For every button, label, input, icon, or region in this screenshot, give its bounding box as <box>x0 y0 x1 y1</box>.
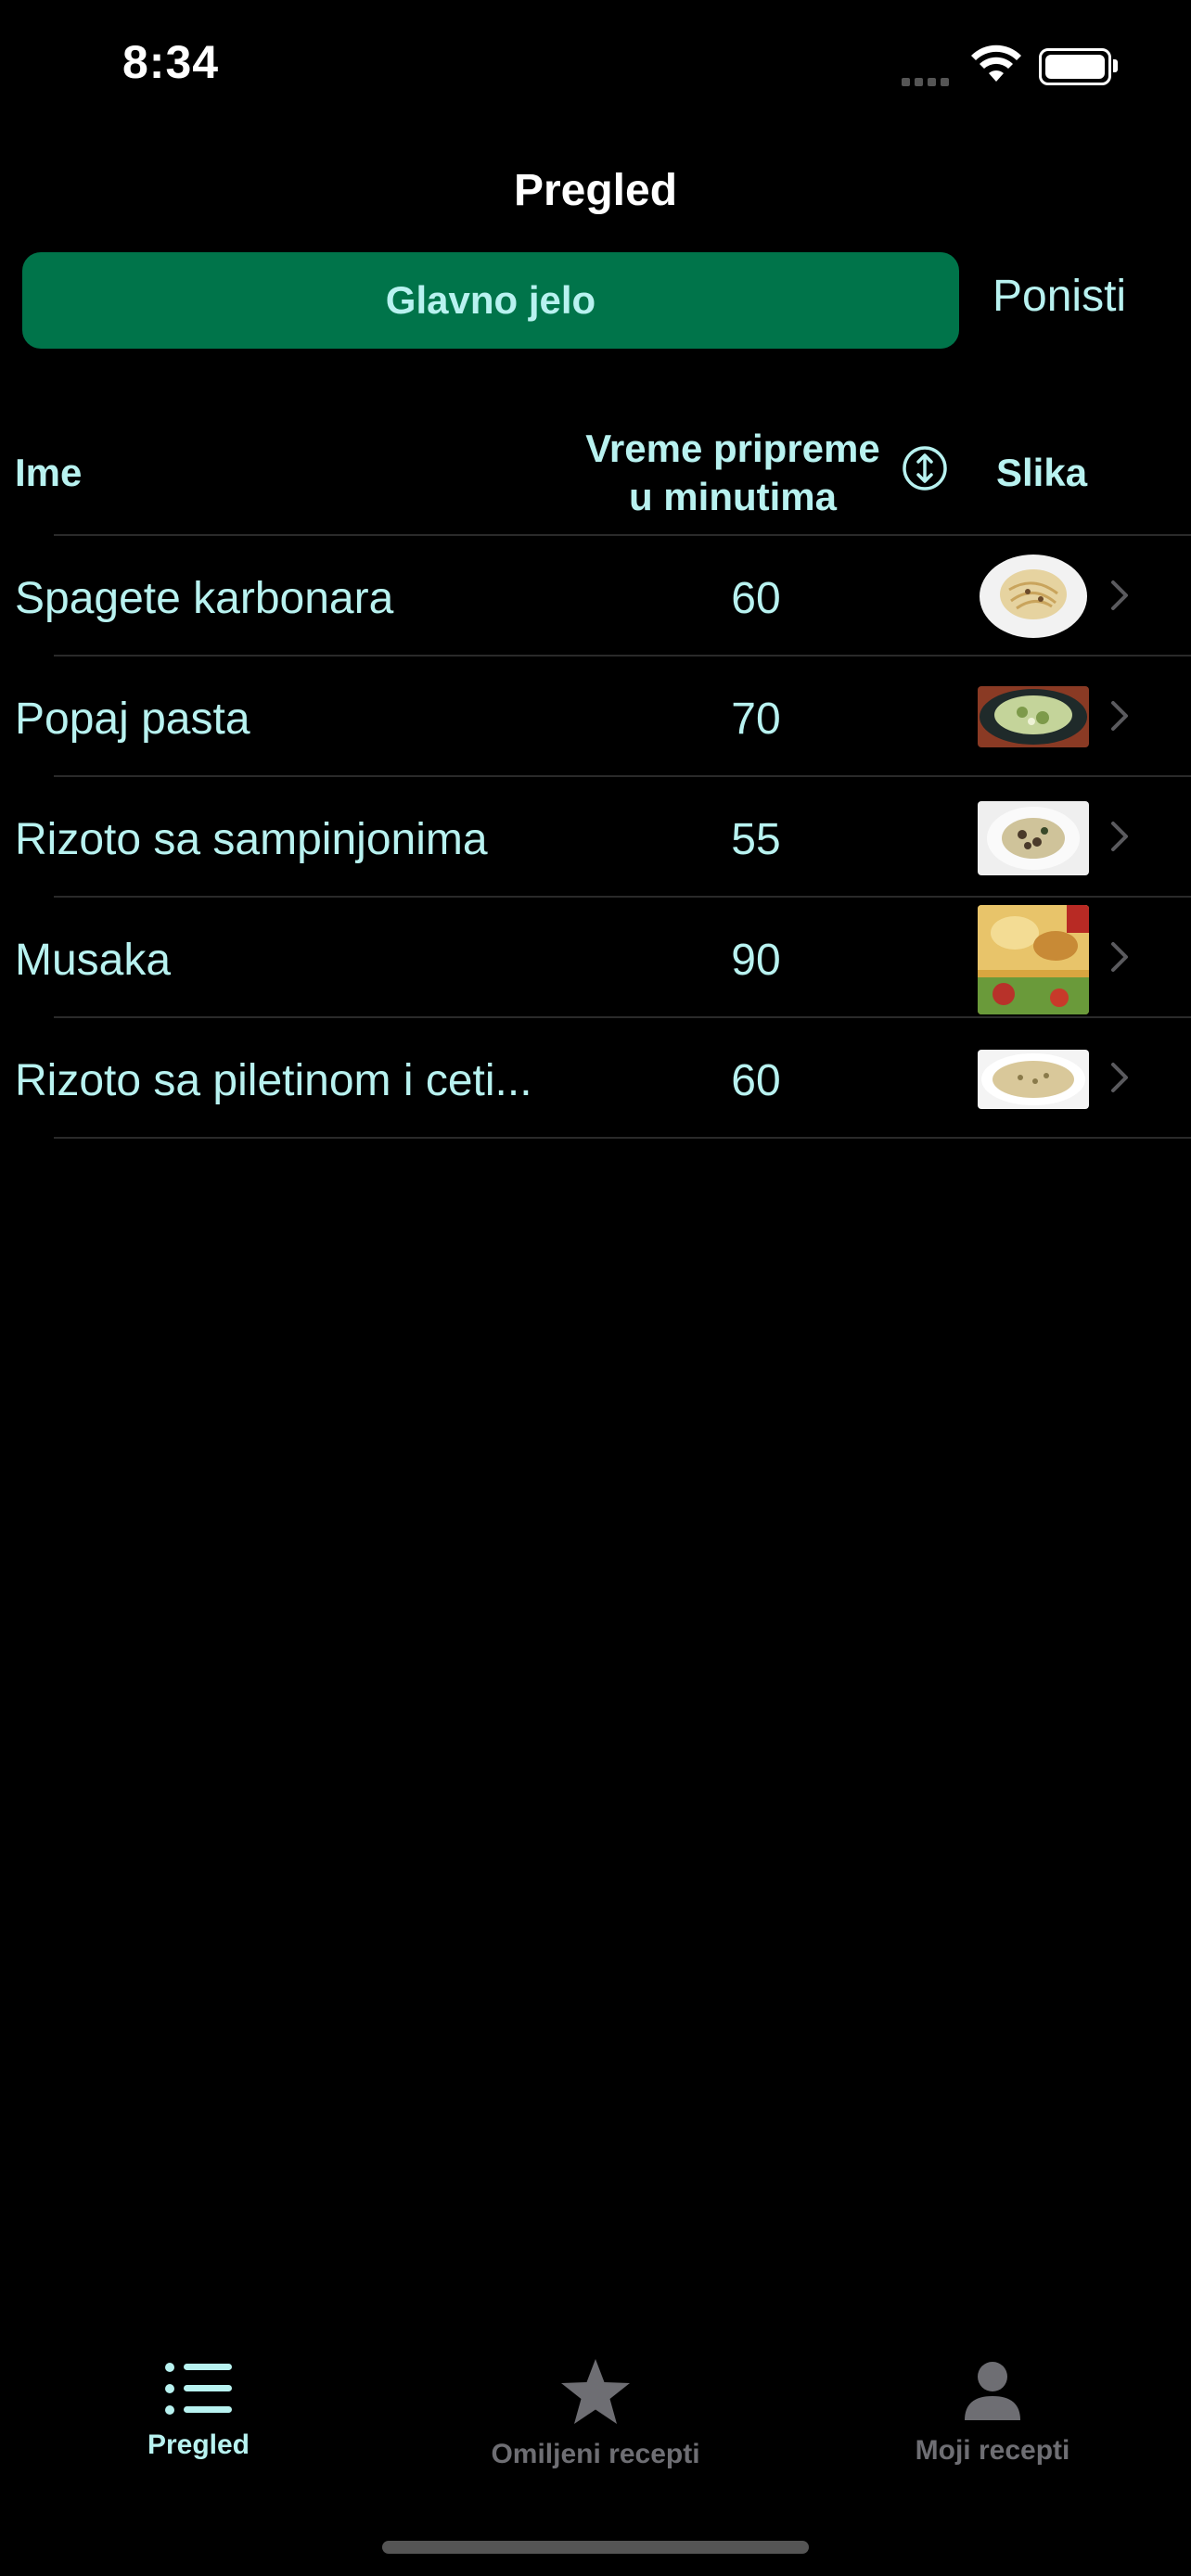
chevron-right-icon <box>1111 822 1128 851</box>
table-row[interactable]: Rizoto sa sampinjonima 55 <box>0 777 1191 898</box>
column-header-time-line1: Vreme pripreme <box>585 427 880 470</box>
wifi-icon <box>971 45 1021 82</box>
chevron-right-icon <box>1111 942 1128 972</box>
chevron-right-icon <box>1111 1063 1128 1092</box>
home-indicator <box>382 2541 809 2554</box>
recipe-name: Popaj pasta <box>15 695 250 744</box>
status-time: 8:34 <box>122 36 220 88</box>
star-icon <box>561 2359 630 2424</box>
sort-icon[interactable] <box>902 445 948 491</box>
page-title: Pregled <box>513 166 678 215</box>
battery-icon <box>1039 48 1118 85</box>
recipe-thumbnail <box>978 686 1089 747</box>
person-icon <box>965 2362 1020 2420</box>
recipe-time: 55 <box>731 815 781 864</box>
recipe-thumbnail <box>978 1050 1089 1109</box>
tab-label: Pregled <box>147 2429 250 2460</box>
tab-label: Moji recepti <box>915 2435 1070 2466</box>
tab-pregled[interactable]: Pregled <box>59 2337 338 2461</box>
recipe-time: 90 <box>731 936 781 985</box>
recipe-thumbnail <box>978 905 1089 1014</box>
recipe-name: Musaka <box>15 936 172 985</box>
table-header: Ime Vreme pripreme u minutima Slika <box>0 417 1191 536</box>
recipe-time: 70 <box>731 695 781 744</box>
reset-filter-button[interactable]: Ponisti <box>992 271 1126 322</box>
recipe-thumbnail <box>978 801 1089 875</box>
recipe-name: Rizoto sa piletinom i ceti... <box>15 1056 532 1105</box>
chevron-right-icon <box>1111 580 1128 610</box>
category-filter-chip[interactable]: Glavno jelo <box>22 252 959 349</box>
table-row[interactable]: Rizoto sa piletinom i ceti... 60 <box>0 1018 1191 1139</box>
recipe-time: 60 <box>731 574 781 623</box>
chevron-right-icon <box>1111 701 1128 731</box>
table-row[interactable]: Musaka 90 <box>0 898 1191 1018</box>
tab-omiljeni-recepti[interactable]: Omiljeni recepti <box>456 2337 735 2470</box>
tab-label: Omiljeni recepti <box>491 2439 700 2469</box>
recipe-name: Rizoto sa sampinjonima <box>15 815 488 864</box>
row-divider <box>54 1137 1191 1139</box>
table-row[interactable]: Spagete karbonara 60 <box>0 536 1191 657</box>
recipe-name: Spagete karbonara <box>15 574 394 623</box>
recipe-thumbnail <box>978 553 1089 640</box>
status-bar: 8:34 <box>0 0 1191 130</box>
column-header-image: Slika <box>996 451 1088 494</box>
list-icon <box>165 2363 232 2415</box>
recipe-time: 60 <box>731 1056 781 1105</box>
column-header-name: Ime <box>15 451 83 494</box>
table-row[interactable]: Popaj pasta 70 <box>0 657 1191 777</box>
column-header-time-line2: u minutima <box>628 475 837 518</box>
column-header-time[interactable]: Vreme pripreme u minutima <box>557 425 909 521</box>
cellular-signal-icon <box>902 74 954 91</box>
tab-moji-recepti[interactable]: Moji recepti <box>853 2337 1132 2467</box>
